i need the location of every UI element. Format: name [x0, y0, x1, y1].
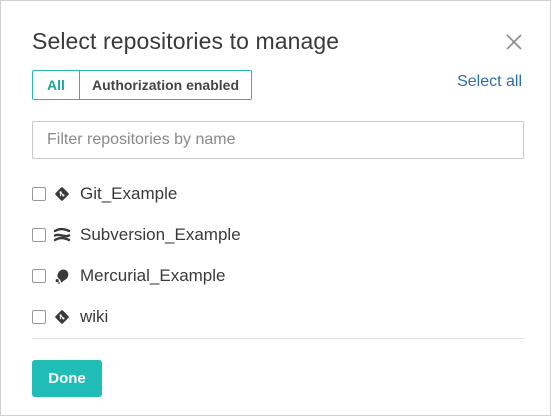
repository-name: Subversion_Example: [80, 224, 241, 244]
repository-filter-input[interactable]: [32, 121, 524, 159]
repository-item[interactable]: Mercurial_Example: [32, 255, 524, 296]
close-icon: [506, 34, 522, 50]
repository-item[interactable]: Git_Example: [32, 173, 524, 214]
git-icon: [53, 185, 71, 203]
footer-divider: [32, 338, 524, 339]
repository-item[interactable]: wiki: [32, 296, 524, 337]
repository-checkbox[interactable]: [32, 186, 46, 201]
repository-checkbox[interactable]: [32, 227, 46, 242]
repository-list: Git_Example Subversion_Example Mercurial…: [32, 173, 524, 337]
repository-name: wiki: [80, 306, 109, 326]
filter-authorization-enabled-option[interactable]: Authorization enabled: [80, 71, 251, 99]
mercurial-icon: [53, 267, 71, 285]
repository-item[interactable]: Subversion_Example: [32, 214, 524, 255]
dialog-title: Select repositories to manage: [32, 28, 340, 54]
close-button[interactable]: [503, 31, 525, 53]
git-icon: [53, 308, 71, 326]
repository-select-dialog: Select repositories to manage All Author…: [0, 0, 551, 416]
select-all-link[interactable]: Select all: [457, 73, 522, 91]
filter-toggle: All Authorization enabled: [32, 70, 252, 100]
repository-name: Mercurial_Example: [80, 265, 226, 285]
repository-checkbox[interactable]: [32, 309, 46, 324]
subversion-icon: [53, 226, 71, 244]
repository-checkbox[interactable]: [32, 268, 46, 283]
filter-all-option[interactable]: All: [33, 71, 79, 99]
done-button[interactable]: Done: [32, 360, 102, 397]
repository-name: Git_Example: [80, 183, 178, 203]
